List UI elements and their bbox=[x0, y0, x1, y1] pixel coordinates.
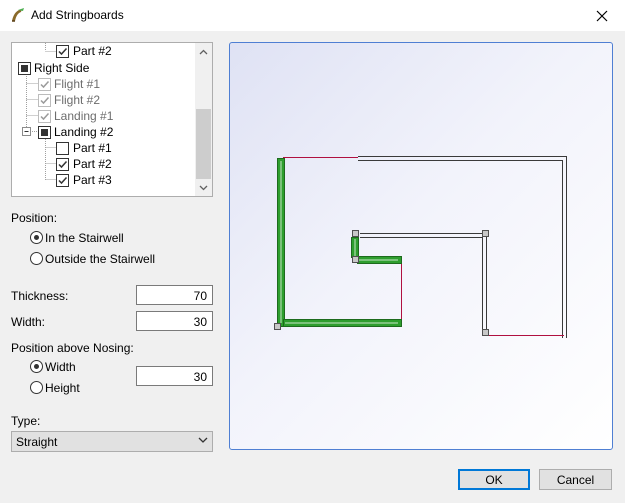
checkbox-partial[interactable] bbox=[38, 126, 51, 139]
radio-in-stairwell[interactable] bbox=[30, 231, 43, 244]
type-dropdown-value: Straight bbox=[16, 435, 58, 449]
cancel-button[interactable]: Cancel bbox=[539, 469, 612, 490]
tree-scrollbar[interactable] bbox=[195, 43, 212, 196]
width-label: Width: bbox=[11, 315, 46, 329]
tree-item-label: Flight #1 bbox=[54, 77, 101, 91]
scroll-down-button[interactable] bbox=[195, 179, 212, 196]
scroll-up-button[interactable] bbox=[195, 43, 212, 60]
checkbox-partial[interactable] bbox=[18, 62, 31, 75]
checkbox-unchecked[interactable] bbox=[56, 142, 69, 155]
checkbox-checked[interactable] bbox=[56, 174, 69, 187]
tree-item-label: Flight #2 bbox=[54, 93, 101, 107]
tree-item-label: Part #3 bbox=[73, 173, 112, 187]
radio-nosing-height[interactable] bbox=[30, 381, 43, 394]
title-bar: Add Stringboards bbox=[0, 0, 625, 31]
tree-item-label: Part #1 bbox=[73, 141, 112, 155]
stair-parts-tree[interactable]: Part #2 Right Side Flight #1 Flight #2 L… bbox=[11, 42, 213, 197]
radio-nosing-width[interactable] bbox=[30, 360, 43, 373]
scroll-thumb[interactable] bbox=[196, 109, 211, 179]
stair-floor-plan bbox=[274, 156, 567, 338]
chevron-down-icon bbox=[199, 185, 208, 190]
type-dropdown[interactable]: Straight bbox=[11, 431, 213, 452]
thickness-input[interactable]: 70 bbox=[136, 285, 213, 305]
checkbox-checked[interactable] bbox=[56, 45, 69, 58]
window-title: Add Stringboards bbox=[31, 8, 124, 22]
close-button[interactable] bbox=[579, 0, 625, 31]
tree-item-label: Right Side bbox=[34, 61, 90, 75]
nosing-label: Position above Nosing: bbox=[11, 341, 134, 355]
position-label: Position: bbox=[11, 211, 58, 225]
checkbox-checked-disabled bbox=[38, 94, 51, 107]
tree-item-label: Part #2 bbox=[73, 44, 112, 58]
type-label: Type: bbox=[11, 414, 41, 428]
thickness-label: Thickness: bbox=[11, 289, 69, 303]
add-stringboards-dialog: Add Stringboards Part #2 Right Side Flig… bbox=[0, 0, 625, 503]
tree-item-label: Landing #1 bbox=[54, 109, 114, 123]
radio-nosing-height-label[interactable]: Height bbox=[45, 381, 80, 395]
radio-outside-stairwell-label[interactable]: Outside the Stairwell bbox=[45, 252, 155, 266]
radio-in-stairwell-label[interactable]: In the Stairwell bbox=[45, 231, 124, 245]
radio-outside-stairwell[interactable] bbox=[30, 252, 43, 265]
width-input[interactable]: 30 bbox=[136, 311, 213, 331]
tree-item-label: Landing #2 bbox=[54, 125, 114, 139]
cancel-button-label: Cancel bbox=[556, 472, 595, 487]
nosing-value-input[interactable]: 30 bbox=[136, 366, 213, 386]
checkbox-checked-disabled bbox=[38, 110, 51, 123]
checkbox-checked-disabled bbox=[38, 78, 51, 91]
chevron-up-icon bbox=[199, 49, 208, 54]
stair-preview-panel bbox=[229, 42, 613, 450]
close-icon bbox=[596, 10, 608, 21]
tree-item-label: Part #2 bbox=[73, 157, 112, 171]
ok-button-label: OK bbox=[485, 472, 503, 487]
ok-button[interactable]: OK bbox=[458, 469, 530, 490]
app-icon bbox=[12, 8, 24, 22]
chevron-down-icon bbox=[198, 437, 208, 443]
radio-nosing-width-label[interactable]: Width bbox=[45, 360, 76, 374]
checkbox-checked[interactable] bbox=[56, 158, 69, 171]
